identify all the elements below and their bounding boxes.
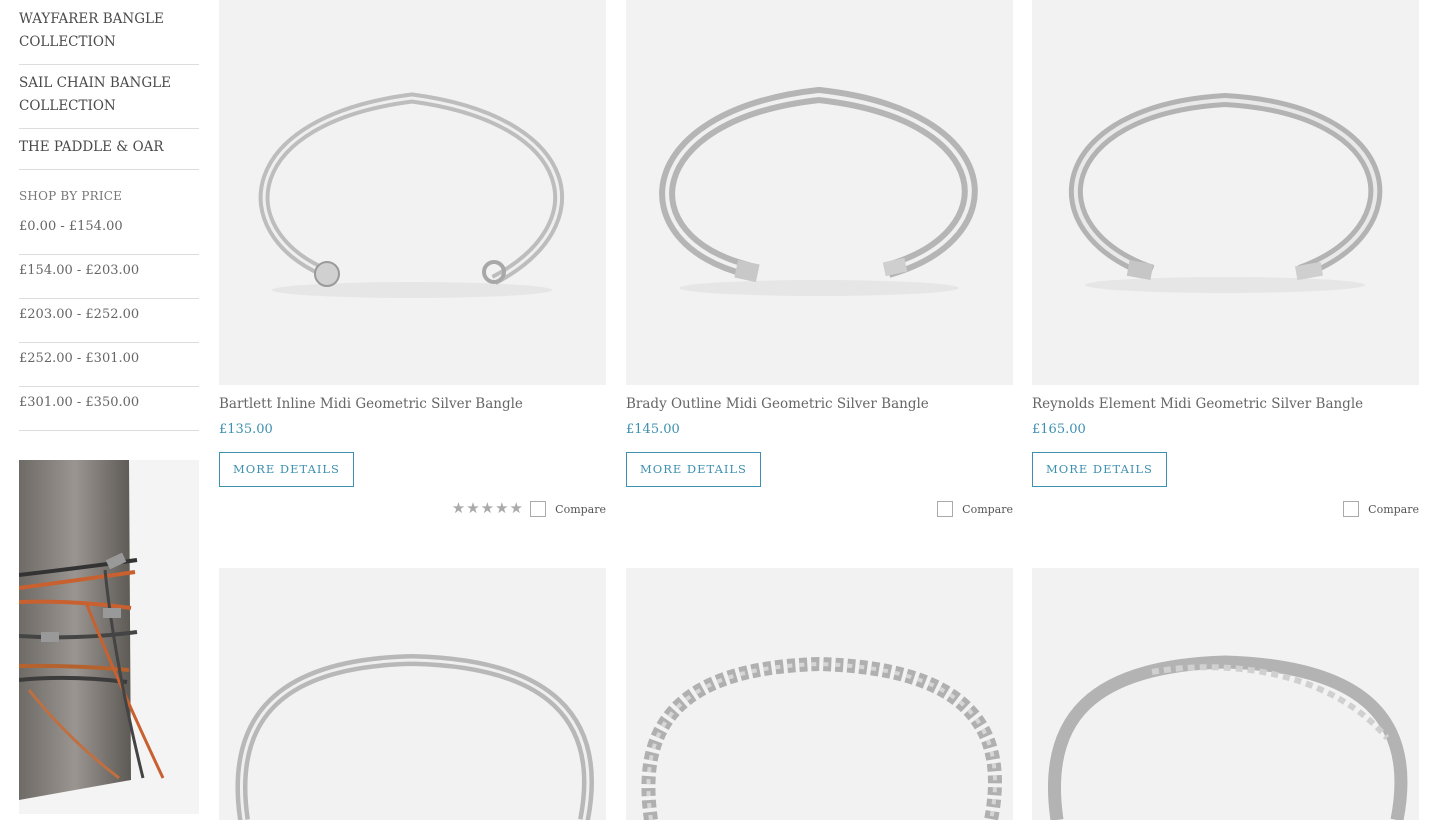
rating-stars: ★★★★★ [451, 499, 524, 517]
more-details-button[interactable]: MORE DETAILS [1032, 452, 1167, 487]
product-image[interactable] [219, 568, 606, 820]
price-filter-2[interactable]: £154.00 - £203.00 [19, 255, 199, 299]
product-card [626, 568, 1013, 820]
promo-image[interactable] [19, 460, 199, 814]
sidebar-item-sail-chain[interactable]: SAIL CHAIN BANGLE COLLECTION [19, 65, 199, 129]
product-price: £165.00 [1032, 422, 1086, 437]
product-name[interactable]: Reynolds Element Midi Geometric Silver B… [1032, 396, 1419, 412]
price-filter-4[interactable]: £252.00 - £301.00 [19, 343, 199, 387]
compare-label: Compare [1368, 502, 1419, 516]
product-image[interactable] [1032, 0, 1419, 385]
compare-control: Compare [937, 501, 1013, 517]
product-name[interactable]: Bartlett Inline Midi Geometric Silver Ba… [219, 396, 606, 412]
product-card: Brady Outline Midi Geometric Silver Bang… [626, 0, 1013, 523]
compare-checkbox[interactable] [1343, 501, 1360, 517]
sidebar: WAYFARER BANGLE COLLECTION SAIL CHAIN BA… [19, 0, 199, 814]
compare-checkbox[interactable] [937, 501, 954, 517]
compare-checkbox[interactable] [530, 501, 547, 517]
product-image[interactable] [219, 0, 606, 385]
product-image[interactable] [626, 568, 1013, 820]
compare-label: Compare [555, 502, 606, 516]
price-filter-5[interactable]: £301.00 - £350.00 [19, 387, 199, 431]
more-details-button[interactable]: MORE DETAILS [219, 452, 354, 487]
product-card [1032, 568, 1419, 820]
sidebar-item-wayfarer[interactable]: WAYFARER BANGLE COLLECTION [19, 0, 199, 65]
product-image[interactable] [1032, 568, 1419, 820]
product-footer: ★★★★★ Compare [219, 499, 606, 523]
product-name[interactable]: Brady Outline Midi Geometric Silver Bang… [626, 396, 1013, 412]
product-card [219, 568, 606, 820]
product-price: £145.00 [626, 422, 680, 437]
product-image[interactable] [626, 0, 1013, 385]
compare-control: Compare [1343, 501, 1419, 517]
price-filter-3[interactable]: £203.00 - £252.00 [19, 299, 199, 343]
product-price: £135.00 [219, 422, 273, 437]
sidebar-item-paddle-oar[interactable]: THE PADDLE & OAR [19, 129, 199, 170]
product-footer: Compare [1032, 499, 1419, 523]
product-footer: Compare [626, 499, 1013, 523]
shop-by-price-heading: SHOP BY PRICE [19, 189, 123, 203]
product-card: Reynolds Element Midi Geometric Silver B… [1032, 0, 1419, 523]
compare-label: Compare [962, 502, 1013, 516]
more-details-button[interactable]: MORE DETAILS [626, 452, 761, 487]
compare-control: Compare [530, 501, 606, 517]
price-filter-1[interactable]: £0.00 - £154.00 [19, 211, 199, 255]
product-card: Bartlett Inline Midi Geometric Silver Ba… [219, 0, 606, 523]
